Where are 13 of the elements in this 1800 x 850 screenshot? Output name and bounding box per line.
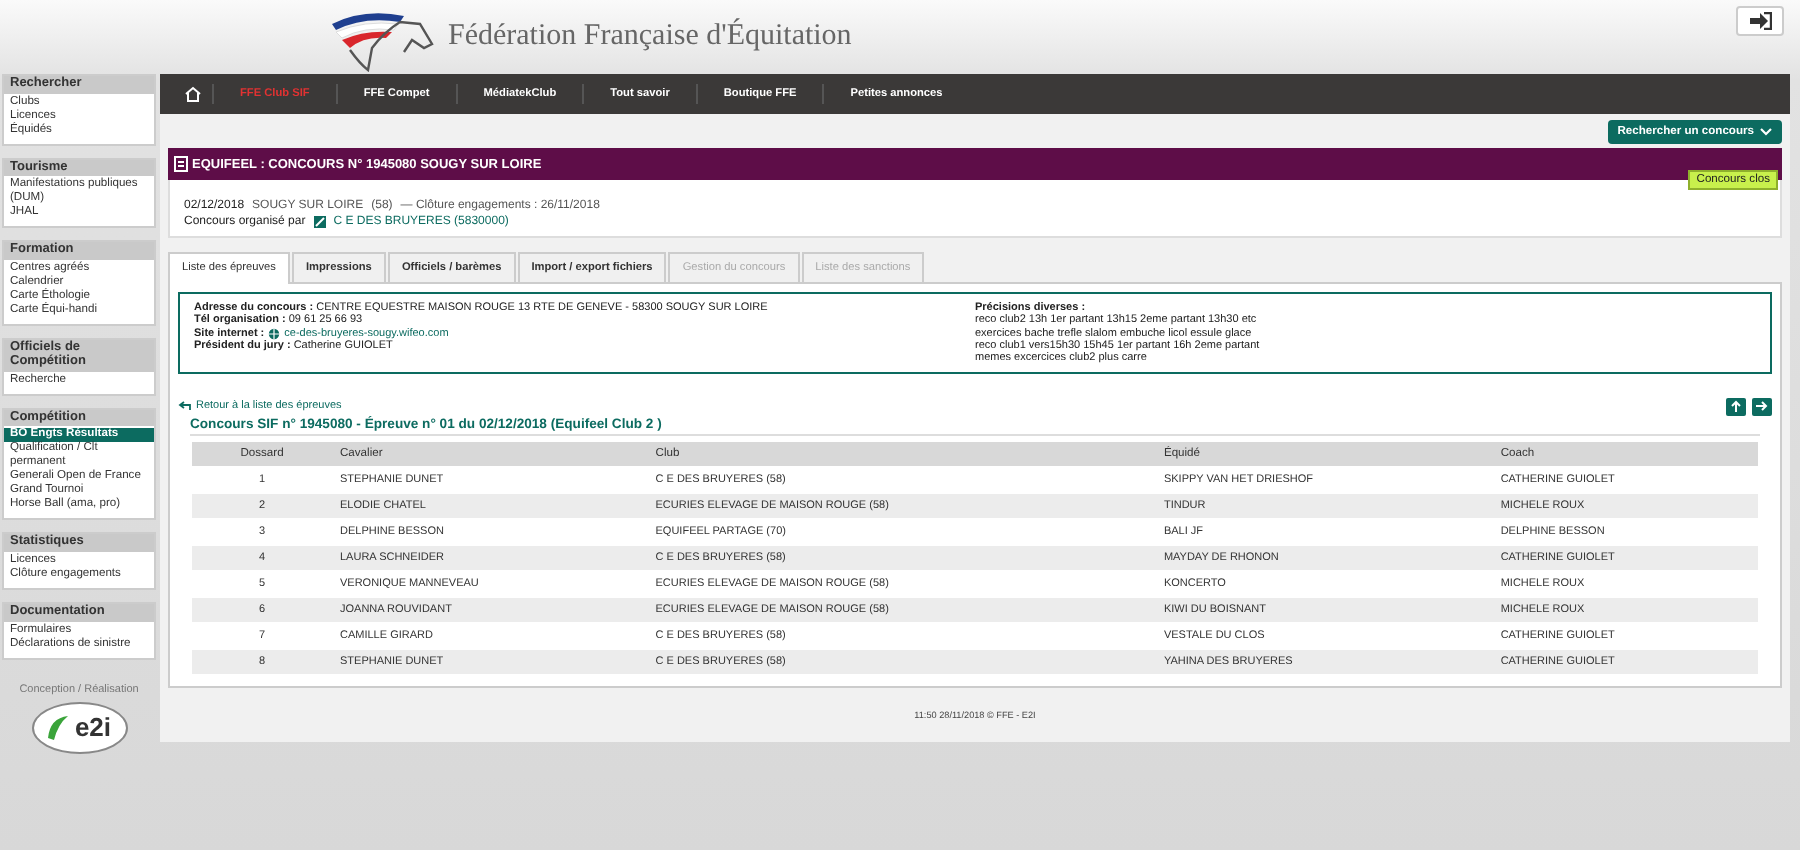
e2i-logo: e2i	[31, 701, 127, 754]
logout-icon	[1749, 12, 1771, 30]
home-icon[interactable]	[183, 86, 201, 102]
up-button[interactable]	[1726, 397, 1746, 416]
return-icon	[178, 400, 192, 413]
chevron-down-icon	[1760, 128, 1772, 136]
arrow-up-icon	[1730, 400, 1742, 413]
next-button[interactable]	[1752, 397, 1772, 416]
arrow-right-icon	[1756, 400, 1768, 413]
document-icon	[174, 156, 188, 172]
logout-button[interactable]	[1736, 6, 1784, 36]
globe-icon	[268, 327, 281, 340]
site-title: Fédération Française d'Équitation	[448, 20, 852, 54]
